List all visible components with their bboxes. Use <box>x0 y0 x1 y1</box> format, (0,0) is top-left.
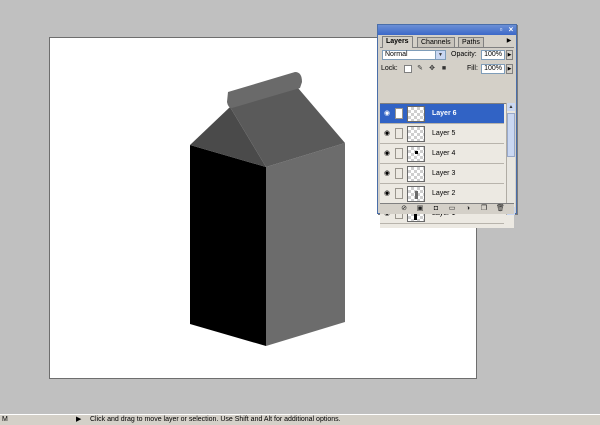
add-mask-icon[interactable]: ◘ <box>432 205 440 213</box>
lock-move-icon[interactable]: ✥ <box>428 65 436 73</box>
carton-right-face <box>266 143 345 346</box>
layer-thumbnail <box>407 106 425 122</box>
scroll-up-icon[interactable]: ▲ <box>507 103 515 111</box>
palette-bottom-toolbar: ⊘ ▣ ◘ ▭ ◑ ❐ 🗑 <box>380 203 514 214</box>
layer-name: Layer 5 <box>432 130 456 137</box>
blend-mode-value: Normal <box>385 51 408 58</box>
blend-mode-select[interactable]: Normal ▼ <box>382 50 446 60</box>
trash-icon[interactable]: 🗑 <box>496 205 505 213</box>
opacity-label: Opacity: <box>451 51 477 58</box>
chevron-down-icon[interactable]: ▼ <box>435 51 445 59</box>
adjustment-layer-icon[interactable]: ◑ <box>464 205 472 213</box>
link-layers-icon[interactable]: ⊘ <box>400 205 408 213</box>
add-layer-style-icon[interactable]: ▣ <box>416 205 424 213</box>
close-icon[interactable]: × <box>507 26 515 34</box>
tab-layers[interactable]: Layers <box>382 36 413 48</box>
lock-label: Lock: <box>381 65 398 72</box>
layer-row-6[interactable]: ◉ Layer 6 <box>380 104 504 124</box>
tab-channels[interactable]: Channels <box>417 37 455 47</box>
scroll-thumb[interactable] <box>507 113 515 157</box>
opacity-arrow-icon[interactable]: ▶ <box>506 50 513 60</box>
layer-name: Layer 6 <box>432 110 457 117</box>
layer-thumbnail <box>407 146 425 162</box>
layer-row-4[interactable]: ◉ Layer 4 <box>380 144 504 164</box>
layer-thumbnail <box>407 126 425 142</box>
lock-brush-icon[interactable]: ✎ <box>416 65 424 73</box>
layer-row-2[interactable]: ◉ Layer 2 <box>380 184 504 204</box>
layer-brush-indicator[interactable] <box>395 108 403 119</box>
palette-titlebar[interactable]: ▫ × <box>378 25 516 35</box>
layer-list-scrollbar[interactable]: ▲ ▼ <box>506 103 515 215</box>
minimize-icon[interactable]: ▫ <box>497 26 505 34</box>
lock-all-icon[interactable]: ■ <box>440 65 448 73</box>
visibility-eye-icon[interactable]: ◉ <box>382 109 392 119</box>
palette-menu-arrow-icon[interactable]: ▶ <box>505 37 513 45</box>
lock-transparency-icon[interactable] <box>404 65 412 73</box>
tab-paths[interactable]: Paths <box>458 37 484 47</box>
layer-thumbnail <box>407 166 425 182</box>
layers-palette: ▫ × Layers Channels Paths ▶ Normal ▼ Opa… <box>377 24 517 228</box>
visibility-eye-icon[interactable]: ◉ <box>382 169 392 179</box>
visibility-eye-icon[interactable]: ◉ <box>382 189 392 199</box>
layer-link-cell[interactable] <box>395 128 403 139</box>
layer-thumbnail <box>407 186 425 202</box>
layer-link-cell[interactable] <box>395 148 403 159</box>
layer-name: Layer 2 <box>432 190 456 197</box>
layer-link-cell[interactable] <box>395 168 403 179</box>
visibility-eye-icon[interactable]: ◉ <box>382 129 392 139</box>
layer-row-5[interactable]: ◉ Layer 5 <box>380 124 504 144</box>
visibility-eye-icon[interactable]: ◉ <box>382 149 392 159</box>
new-layer-icon[interactable]: ❐ <box>480 205 488 213</box>
fill-field[interactable]: 100% <box>481 64 505 74</box>
opacity-field[interactable]: 100% <box>481 50 505 60</box>
layer-name: Layer 4 <box>432 150 456 157</box>
layer-row-3[interactable]: ◉ Layer 3 <box>380 164 504 184</box>
fill-label: Fill: <box>467 65 478 72</box>
carton-left-face <box>190 145 266 346</box>
layer-link-cell[interactable] <box>395 188 403 199</box>
fill-arrow-icon[interactable]: ▶ <box>506 64 513 74</box>
status-bar: M ▶ Click and drag to move layer or sele… <box>0 414 600 425</box>
layer-set-icon[interactable]: ▭ <box>448 205 456 213</box>
palette-tabs: Layers Channels Paths ▶ <box>380 36 514 48</box>
layer-name: Layer 3 <box>432 170 456 177</box>
